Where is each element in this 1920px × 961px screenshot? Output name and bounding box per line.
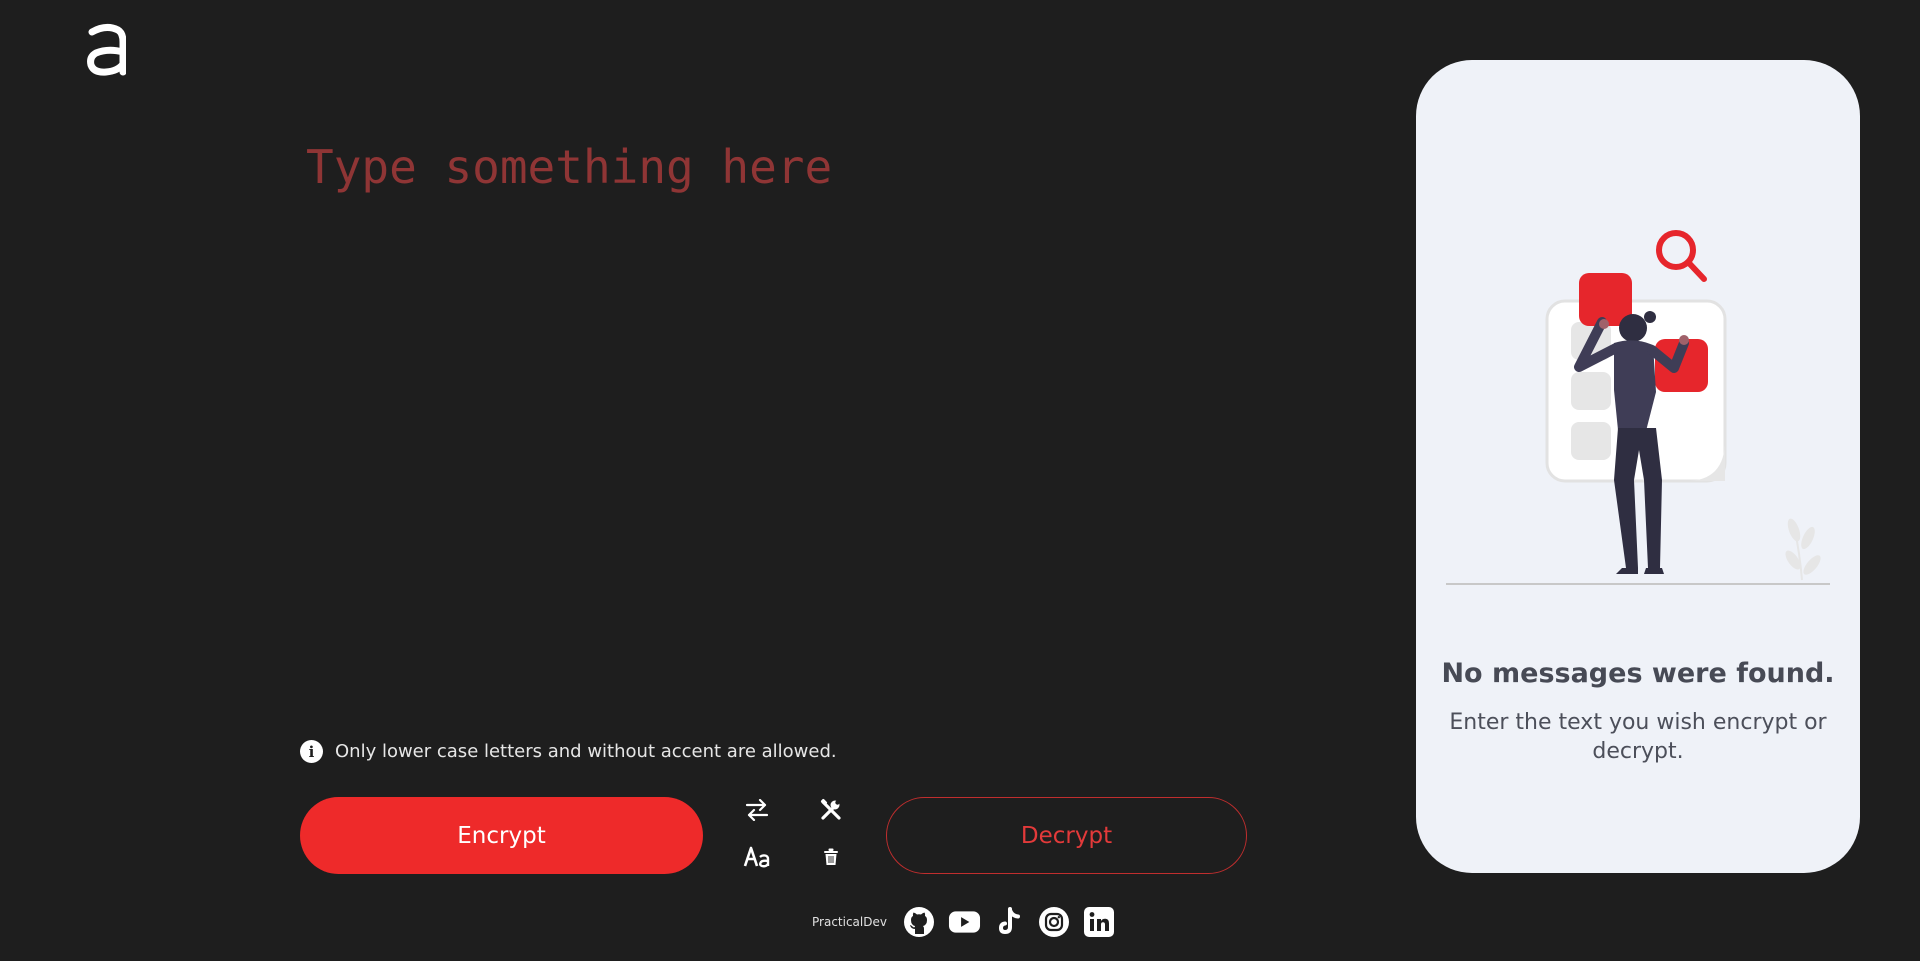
clear-button[interactable]: [813, 839, 849, 875]
font-case-button[interactable]: [739, 839, 775, 875]
wrench-icon: [820, 798, 841, 820]
empty-state-title: No messages were found.: [1441, 658, 1835, 689]
footer-brand[interactable]: PracticalDev: [812, 915, 887, 929]
tiktok-link[interactable]: [993, 905, 1026, 938]
footer: PracticalDev: [812, 905, 1116, 938]
github-link[interactable]: [903, 905, 936, 938]
instagram-link[interactable]: [1038, 905, 1071, 938]
tools-button[interactable]: [813, 792, 849, 828]
linkedin-link[interactable]: [1083, 905, 1116, 938]
font-case-icon: [743, 846, 770, 868]
swap-icon: [745, 799, 769, 821]
tiktok-icon: [999, 906, 1021, 934]
app-logo[interactable]: [86, 22, 126, 78]
linkedin-icon: [1084, 906, 1115, 937]
youtube-icon: [948, 910, 980, 933]
info-icon: i: [300, 740, 323, 763]
github-icon: [904, 906, 935, 937]
empty-state-message: Enter the text you wish encrypt or decry…: [1449, 710, 1827, 764]
encrypt-button[interactable]: Encrypt: [300, 797, 703, 874]
empty-state-illustration: [1446, 230, 1830, 585]
trash-icon: [824, 848, 838, 865]
decrypt-button[interactable]: Decrypt: [886, 797, 1247, 874]
input-rules-notice: i Only lower case letters and without ac…: [300, 740, 837, 763]
message-input[interactable]: [306, 140, 1306, 700]
notice-text: Only lower case letters and without acce…: [335, 741, 837, 762]
logo-icon: [87, 23, 126, 76]
swap-button[interactable]: [739, 792, 775, 828]
youtube-link[interactable]: [948, 905, 981, 938]
result-panel: No messages were found. Enter the text y…: [1416, 60, 1860, 873]
instagram-icon: [1039, 906, 1070, 937]
